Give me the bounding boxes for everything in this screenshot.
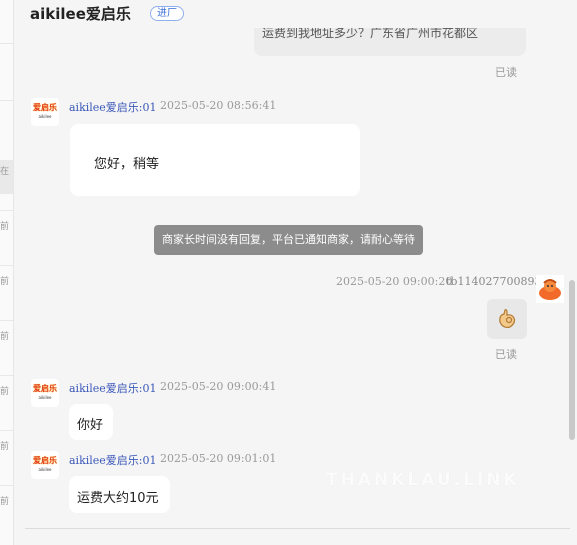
session-item-time: 前 bbox=[0, 442, 10, 452]
chat-header: aikilee爱启乐 进厂 bbox=[14, 0, 577, 28]
message-bubble-user: 运费到我地址多少？广东省广州市花都区 bbox=[254, 28, 526, 56]
brand-logo: 爱启乐 aikilee bbox=[33, 384, 57, 400]
sender-name[interactable]: tb114027700893 bbox=[446, 275, 541, 288]
message-bubble-merchant: 你好 bbox=[69, 404, 113, 440]
divider bbox=[0, 43, 13, 44]
divider bbox=[0, 430, 13, 431]
divider bbox=[0, 210, 13, 211]
message-text: 运费大约10元 bbox=[77, 491, 159, 506]
message-time: 2025-05-20 09:00:41 bbox=[160, 380, 277, 393]
divider bbox=[0, 265, 13, 266]
merchant-avatar[interactable]: 爱启乐 aikilee bbox=[31, 98, 59, 126]
session-item-time: 前 bbox=[0, 332, 10, 342]
brand-logo: 爱启乐 aikilee bbox=[33, 456, 57, 472]
message-time: 2025-05-20 08:56:41 bbox=[160, 99, 277, 112]
system-notice: 商家长时间没有回复，平台已通知商家，请耐心等待 bbox=[154, 225, 423, 255]
session-item-time: 前 bbox=[0, 387, 10, 397]
chat-title: aikilee爱启乐 bbox=[30, 5, 131, 23]
session-list-strip[interactable]: 在 前 前 前 前 前 前 bbox=[0, 0, 14, 545]
divider bbox=[0, 485, 13, 486]
watermark: THANKLAU.LINK bbox=[326, 470, 520, 490]
brand-logo: 爱启乐 aikilee bbox=[33, 103, 57, 119]
ok-hand-sticker-icon bbox=[499, 309, 516, 329]
user-avatar-icon bbox=[536, 275, 564, 303]
scrollbar[interactable] bbox=[569, 280, 575, 440]
session-item-time: 前 bbox=[0, 497, 10, 507]
sender-name[interactable]: aikilee爱启乐:01 bbox=[69, 380, 157, 396]
message-time: 2025-05-20 09:00:20 bbox=[336, 275, 453, 288]
session-item-status: 在 bbox=[0, 167, 10, 177]
divider bbox=[0, 100, 13, 101]
sender-name[interactable]: aikilee爱启乐:01 bbox=[69, 452, 157, 468]
message-bubble-merchant: 运费大约10元 bbox=[69, 476, 170, 513]
message-text: 您好，稍等 bbox=[94, 157, 160, 172]
sender-name[interactable]: aikilee爱启乐:01 bbox=[69, 99, 157, 115]
merchant-avatar[interactable]: 爱启乐 aikilee bbox=[31, 451, 59, 479]
sticker-message[interactable] bbox=[487, 299, 527, 339]
divider bbox=[25, 528, 570, 529]
session-item-time: 前 bbox=[0, 222, 10, 232]
read-status: 已读 bbox=[495, 348, 517, 361]
divider bbox=[0, 320, 13, 321]
session-item-time: 前 bbox=[0, 277, 10, 287]
message-text: 你好 bbox=[77, 418, 104, 433]
message-time: 2025-05-20 09:01:01 bbox=[160, 452, 277, 465]
message-bubble-merchant: 您好，稍等 bbox=[70, 124, 360, 196]
message-text: 运费到我地址多少？广东省广州市花都区 bbox=[262, 28, 479, 40]
merchant-avatar[interactable]: 爱启乐 aikilee bbox=[31, 379, 59, 407]
chat-window: 在 前 前 前 前 前 前 aikilee爱启乐 进厂 运费到我地址多少？广东省… bbox=[0, 0, 577, 545]
divider bbox=[0, 375, 13, 376]
visit-badge[interactable]: 进厂 bbox=[150, 6, 184, 21]
user-avatar[interactable] bbox=[536, 275, 564, 303]
read-status: 已读 bbox=[495, 66, 517, 79]
